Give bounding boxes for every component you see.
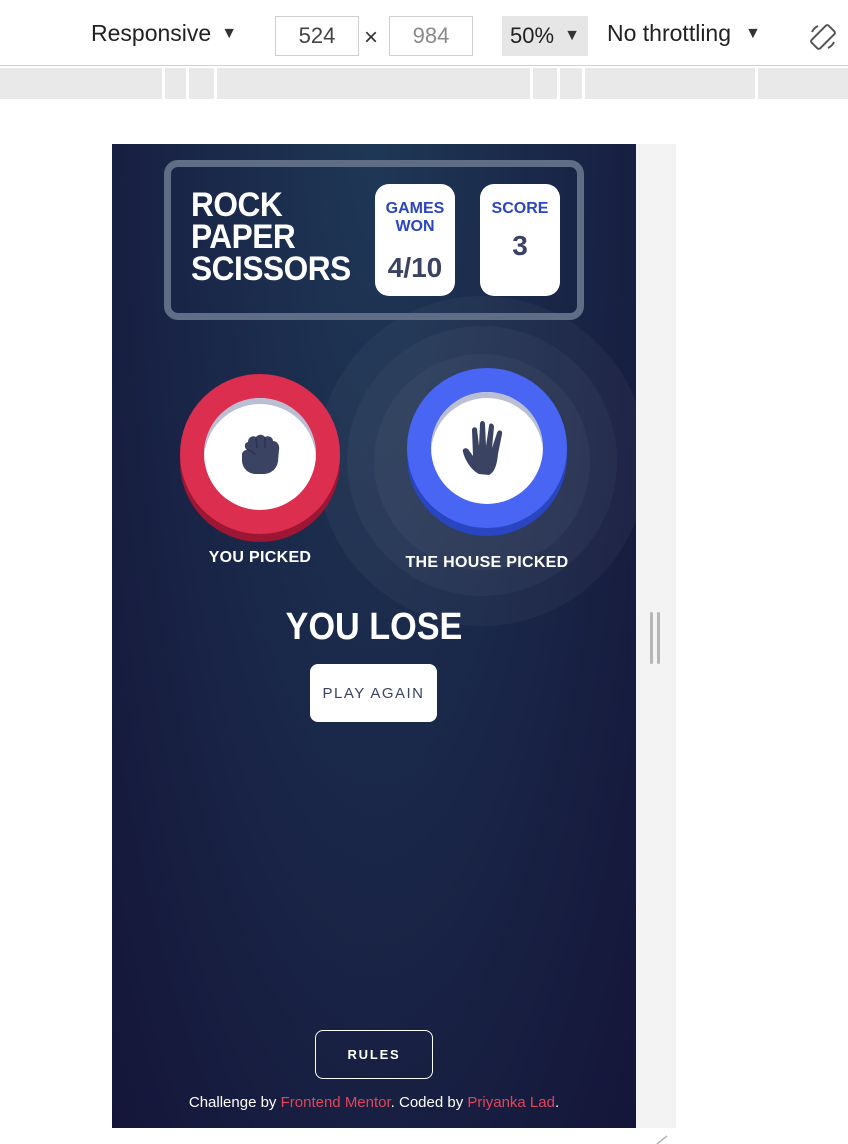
title-line: PAPER	[191, 218, 296, 256]
rotate-icon[interactable]	[808, 22, 838, 52]
attribution-prefix: Challenge by	[188, 1094, 281, 1111]
games-won-card: GAMES WON 4/10	[375, 184, 455, 296]
games-won-value: 4/10	[387, 252, 443, 283]
resize-handle[interactable]	[650, 612, 662, 664]
result-text: YOU LOSE	[285, 606, 463, 648]
author-link[interactable]: Priyanka Lad	[467, 1094, 555, 1111]
games-won-label: GAMES WON	[385, 200, 445, 235]
ruler-tick	[557, 68, 560, 99]
attribution-suffix: .	[554, 1094, 560, 1111]
device-dropdown[interactable]: Responsive ▼	[91, 20, 237, 47]
ruler-tick	[186, 68, 189, 99]
player-rock-token	[180, 374, 340, 534]
ruler-tick	[582, 68, 585, 99]
house-picked-label: THE HOUSE PICKED	[405, 554, 569, 571]
chevron-down-icon: ▼	[745, 24, 761, 42]
width-input[interactable]: 524	[275, 16, 359, 56]
attribution: Challenge by Frontend Mentor. Coded by P…	[112, 1094, 636, 1111]
score-card: SCORE 3	[480, 184, 560, 296]
zoom-label: 50%	[510, 23, 555, 48]
chevron-down-icon: ▼	[564, 27, 580, 44]
media-query-ruler[interactable]	[0, 68, 848, 99]
rules-button[interactable]: RULES	[315, 1030, 433, 1079]
times-icon: ×	[364, 24, 379, 51]
chevron-down-icon: ▼	[221, 24, 238, 42]
devtools-toolbar: Responsive ▼ 524 × 984 50% ▼ No throttli…	[0, 0, 848, 66]
score-value: 3	[512, 230, 528, 261]
scoreboard: ROCK PAPER SCISSORS GAMES WON 4/10 SCORE…	[164, 160, 584, 320]
zoom-dropdown[interactable]: 50% ▼	[502, 16, 588, 56]
throttling-dropdown[interactable]: No throttling ▼	[607, 20, 761, 47]
height-input[interactable]: 984	[389, 16, 473, 56]
score-label: SCORE	[491, 200, 549, 217]
play-again-button[interactable]: PLAY AGAIN	[310, 664, 437, 722]
device-label: Responsive	[91, 20, 212, 46]
title-line: SCISSORS	[191, 250, 351, 288]
you-picked-label: YOU PICKED	[208, 549, 312, 566]
ruler-tick	[214, 68, 217, 99]
ruler-tick	[755, 68, 758, 99]
frontend-mentor-link[interactable]: Frontend Mentor	[281, 1094, 391, 1111]
attribution-middle: . Coded by	[390, 1094, 468, 1111]
house-paper-token	[407, 368, 567, 528]
game-title: ROCK PAPER SCISSORS	[191, 186, 351, 288]
ruler-tick	[162, 68, 165, 99]
rock-icon	[242, 434, 280, 474]
token-face	[431, 392, 543, 504]
title-line: ROCK	[191, 186, 283, 224]
throttling-label: No throttling	[607, 20, 732, 46]
token-face	[204, 398, 316, 510]
paper-icon	[462, 421, 503, 475]
ruler-tick	[530, 68, 533, 99]
game-viewport: ROCK PAPER SCISSORS GAMES WON 4/10 SCORE…	[112, 144, 636, 1128]
corner-resize-icon[interactable]	[655, 1134, 669, 1144]
